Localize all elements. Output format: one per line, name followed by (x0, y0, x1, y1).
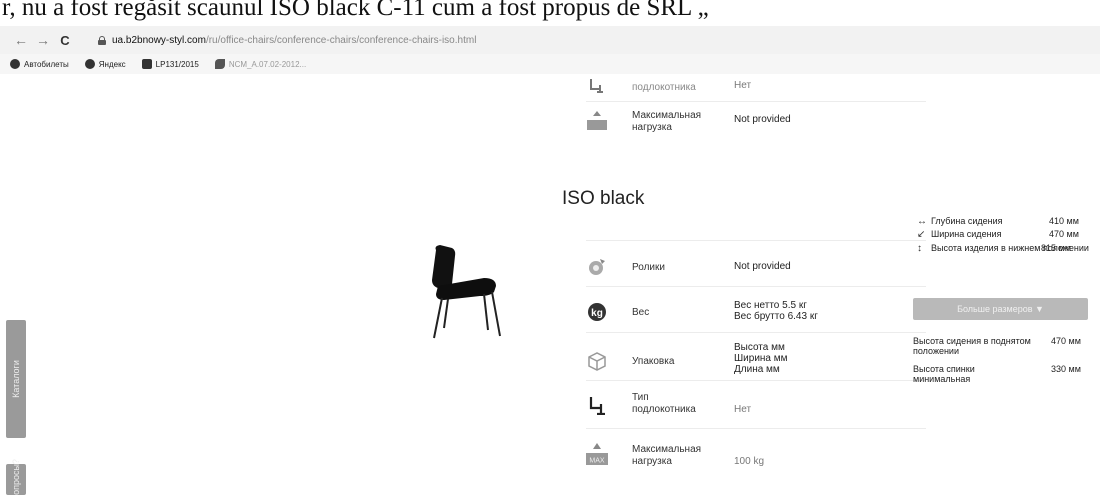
product-title: ISO black (562, 188, 645, 209)
dim-row-width: ↙ Ширина сидения 470 мм (917, 229, 1079, 240)
forward-icon[interactable]: → (32, 29, 54, 51)
back-icon[interactable]: ← (10, 29, 32, 51)
divider (586, 428, 926, 429)
caster-icon (586, 256, 608, 278)
divider (586, 101, 926, 102)
max-badge-text: MAX (589, 458, 605, 465)
reload-icon[interactable]: C (54, 29, 76, 51)
max-load-icon (586, 110, 608, 132)
bookmark-avtobilety[interactable]: Автобилеты (10, 59, 69, 69)
browser-toolbar: ← → C ua.b2bnowy-styl.com /ru/office-cha… (0, 26, 1100, 54)
lock-icon (98, 35, 106, 45)
globe-icon (10, 59, 20, 69)
divider (586, 240, 926, 241)
diagonal-arrow-icon: ↙ (917, 229, 926, 240)
divider (586, 332, 926, 333)
chair-image (432, 245, 501, 339)
leaf-icon (214, 59, 225, 69)
horizontal-arrow-icon: ↔ (917, 216, 927, 227)
dim-row-seat-height-raised: Высота сидения в поднятом положении 470 … (913, 336, 1081, 356)
url-path: /ru/office-chairs/conference-chairs/conf… (205, 34, 477, 46)
bookmarks-bar: Автобилеты Яндекс LP131/2015 NCM_A.07.02… (0, 54, 1100, 74)
dim-row-backrest-height: Высота спинки минимальная 330 мм (913, 364, 1081, 384)
more-sizes-button[interactable]: Больше размеров ▼ (913, 298, 1088, 320)
bookmark-yandex[interactable]: Яндекс (84, 59, 126, 69)
globe-icon (84, 59, 95, 69)
questions-side-tab[interactable]: Вопросы? (6, 459, 26, 495)
url-host: ua.b2bnowy-styl.com (112, 34, 206, 46)
catalogs-side-tab[interactable]: Каталоги (6, 320, 26, 438)
max-load-icon: MAX (586, 443, 608, 466)
package-icon (586, 350, 608, 372)
dim-row-depth: ↔ Глубина сидения 410 мм (917, 216, 1079, 227)
armrest-icon (586, 394, 608, 416)
bookmark-lp131[interactable]: LP131/2015 (141, 59, 199, 69)
divider (586, 286, 926, 287)
armrest-icon (586, 74, 608, 96)
dim-row-height: ↕ Высота изделия в нижнем положении 815 … (917, 243, 1089, 254)
divider (586, 380, 926, 381)
document-header-text: r, nu a fost regăsit scaunul ISO black C… (2, 0, 709, 21)
bookmark-ncm[interactable]: NCM_A.07.02-2012... (214, 59, 306, 69)
vertical-arrow-icon: ↕ (917, 243, 922, 254)
address-bar[interactable]: ua.b2bnowy-styl.com /ru/office-chairs/co… (98, 30, 476, 50)
svg-text:kg: kg (591, 308, 603, 319)
bookmark-site-icon (141, 59, 152, 69)
weight-icon: kg (586, 301, 608, 323)
